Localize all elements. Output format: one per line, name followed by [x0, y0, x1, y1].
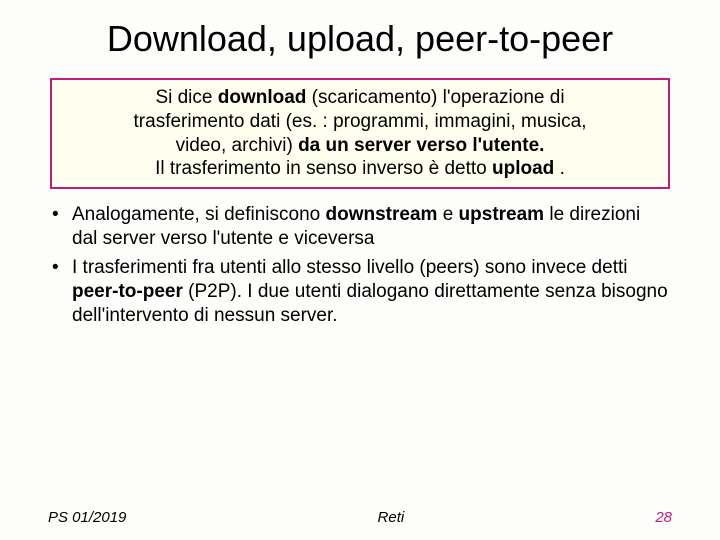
- bullet-text: e: [437, 204, 458, 225]
- def-text: Si dice: [155, 87, 217, 108]
- def-text: trasferimento dati (es. : programmi, imm…: [134, 111, 587, 132]
- def-text: video, archivi): [176, 135, 299, 156]
- def-bold-upload: upload: [492, 158, 554, 179]
- footer-left: PS 01/2019: [48, 509, 126, 526]
- def-bold-download: download: [218, 87, 307, 108]
- slide-footer: PS 01/2019 Reti 28: [0, 509, 720, 526]
- def-text: (scaricamento) l'operazione di: [306, 87, 564, 108]
- def-text: Il trasferimento in senso inverso è dett…: [155, 158, 492, 179]
- bullet-text: Analogamente, si definiscono: [72, 204, 326, 225]
- list-item: I trasferimenti fra utenti allo stesso l…: [50, 256, 670, 329]
- footer-center: Reti: [378, 509, 405, 526]
- bullet-bold-downstream: downstream: [326, 204, 438, 225]
- slide-title: Download, upload, peer-to-peer: [0, 0, 720, 70]
- bullet-bold-upstream: upstream: [459, 204, 545, 225]
- bullet-list: Analogamente, si definiscono downstream …: [50, 203, 670, 329]
- def-text: .: [554, 158, 565, 179]
- def-bold-direction: da un server verso l'utente.: [298, 135, 544, 156]
- bullet-bold-p2p: peer-to-peer: [72, 281, 183, 302]
- bullet-text: I trasferimenti fra utenti allo stesso l…: [72, 257, 627, 278]
- list-item: Analogamente, si definiscono downstream …: [50, 203, 670, 252]
- page-number: 28: [655, 509, 672, 526]
- definition-box: Si dice download (scaricamento) l'operaz…: [50, 78, 670, 189]
